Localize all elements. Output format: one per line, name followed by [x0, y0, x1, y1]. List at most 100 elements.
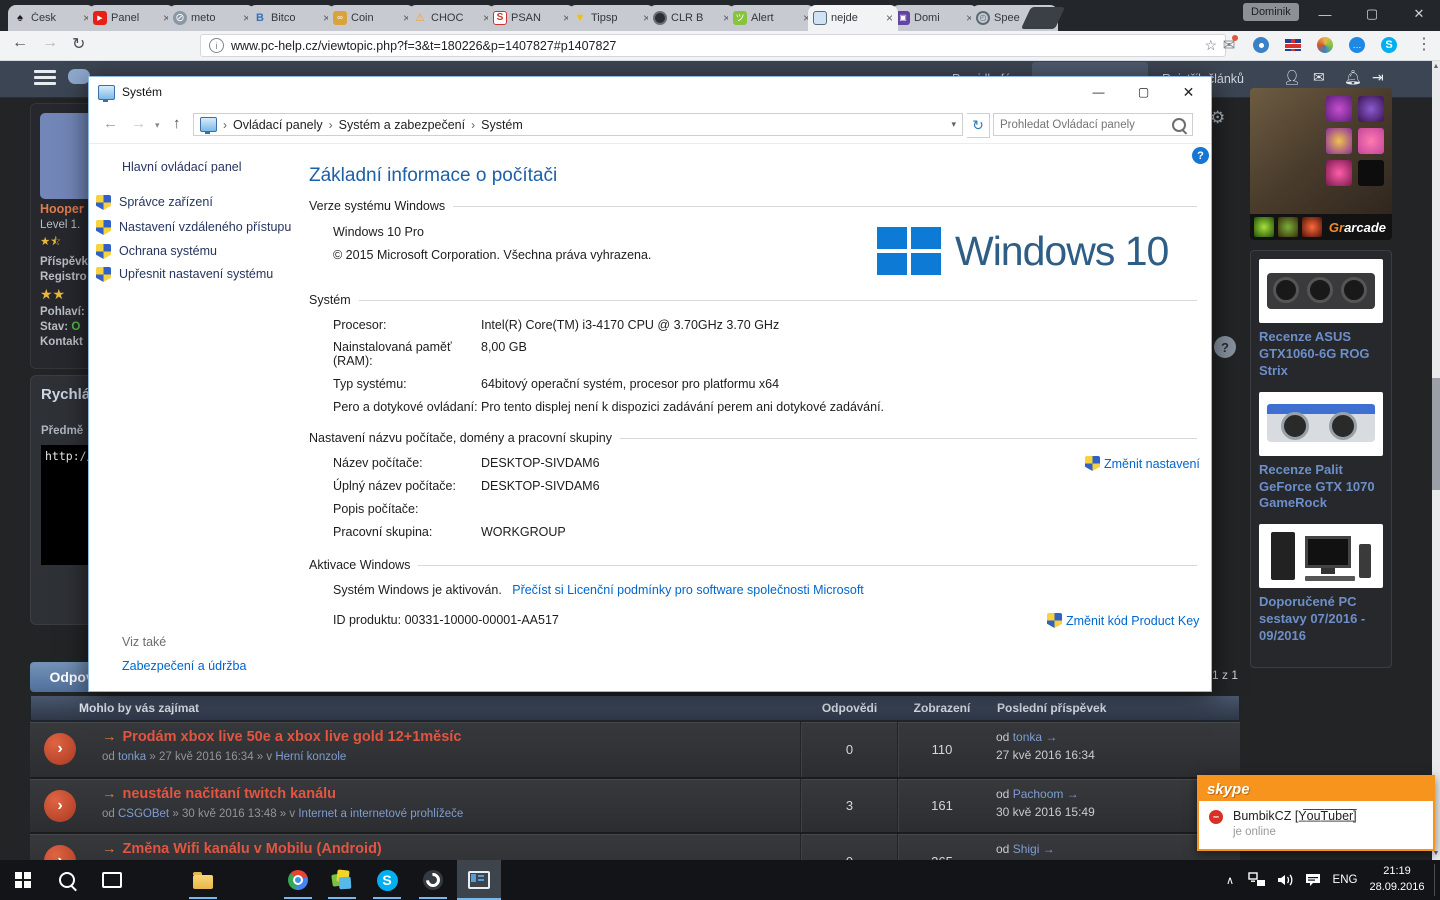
help-icon[interactable]: ? — [1192, 147, 1209, 164]
system-app-icon[interactable] — [462, 864, 496, 896]
network-icon[interactable] — [1244, 860, 1270, 900]
close-button[interactable]: ✕ — [1166, 77, 1211, 107]
logout-icon[interactable]: ⇥ — [1372, 69, 1384, 86]
browser-menu-icon[interactable]: ⋮ — [1416, 34, 1432, 54]
pc-build-image[interactable] — [1259, 524, 1383, 589]
task-view-icon[interactable] — [95, 864, 129, 896]
browser-tab[interactable]: S PSAN × — [488, 5, 575, 31]
up-icon[interactable]: ↑ — [173, 115, 181, 132]
obs-icon[interactable] — [416, 864, 450, 896]
sidebar-item-home[interactable]: Hlavní ovládací panel — [122, 160, 332, 174]
page-help-icon[interactable]: ? — [1214, 336, 1236, 358]
topic-row[interactable]: › → neustále načitaní twitch kanálu od CS… — [30, 779, 1240, 834]
volume-icon[interactable] — [1272, 860, 1298, 900]
last-author-link[interactable]: tonka — [1013, 730, 1042, 744]
show-desktop-divider[interactable] — [1434, 864, 1435, 896]
license-terms-link[interactable]: Přečíst si Licenční podmínky pro softwar… — [512, 583, 864, 597]
back-icon[interactable]: ← — [103, 115, 118, 132]
user-icon[interactable]: 👤︎ — [1283, 69, 1301, 86]
sidebar-item-remote[interactable]: Nastavení vzdáleného přístupu — [96, 220, 306, 235]
browser-tab[interactable]: CLR B × — [648, 5, 735, 31]
refresh-icon[interactable]: ↻ — [967, 113, 990, 138]
browser-tab[interactable]: ▼ Tipsp × — [568, 5, 655, 31]
tray-chevron-icon[interactable]: ∧ — [1218, 860, 1242, 900]
sidebar-item-device-manager[interactable]: Správce zařízení — [96, 195, 306, 210]
gear-icon[interactable]: ⚙ — [1210, 108, 1225, 128]
browser-tab[interactable]: ♠ Česk × — [8, 5, 95, 31]
topic-row[interactable]: › → Prodám xbox live 50e a xbox live gold… — [30, 722, 1240, 779]
author-link[interactable]: CSGOBet — [118, 808, 169, 820]
browser-tab[interactable]: ⊘ meto × — [168, 5, 255, 31]
goto-arrow-icon[interactable]: → — [1067, 787, 1079, 801]
action-center-icon[interactable] — [1300, 860, 1326, 900]
review-link-palit[interactable]: Recenze Palit GeForce GTX 1070 GameRock — [1259, 462, 1383, 513]
last-author-link[interactable]: Shigi — [1013, 842, 1040, 856]
security-maintenance-link[interactable]: Zabezpečení a údržba — [122, 659, 246, 673]
url-bar[interactable]: i www.pc-help.cz/viewtopic.php?f=3&t=180… — [200, 34, 1226, 57]
notes-icon[interactable] — [325, 864, 359, 896]
browser-tab[interactable]: ⚠ CHOC × — [408, 5, 495, 31]
skype-taskbar-icon[interactable]: S — [370, 864, 404, 896]
minimize-button[interactable]: — — [1076, 77, 1121, 107]
browser-back-icon[interactable]: ← — [12, 34, 28, 52]
browser-profile-badge[interactable]: Dominik — [1243, 3, 1299, 21]
topic-title[interactable]: → Prodám xbox live 50e a xbox live gold 1… — [102, 729, 461, 745]
scrollbar-thumb[interactable] — [1432, 378, 1440, 490]
skype-extension-icon[interactable]: S — [1378, 34, 1400, 56]
topic-title[interactable]: → Změna Wifi kanálu v Mobilu (Android) — [102, 841, 382, 857]
browser-tab-active[interactable]: nejde × — [808, 5, 898, 31]
goto-arrow-icon[interactable]: → — [1045, 730, 1057, 744]
sidebar-item-advanced[interactable]: Upřesnit nastavení systému — [96, 267, 306, 282]
browser-tab[interactable]: ▣ Domi × — [891, 5, 978, 31]
change-settings-link[interactable]: Změnit nastavení — [1085, 456, 1200, 471]
maximize-button[interactable]: ▢ — [1121, 77, 1166, 107]
breadcrumb-dropdown-icon[interactable]: ▾ — [951, 119, 956, 130]
chat-extension-icon[interactable]: … — [1346, 34, 1368, 56]
palette-extension-icon[interactable] — [1314, 34, 1336, 56]
goto-arrow-icon[interactable]: → — [1043, 842, 1055, 856]
history-dropdown-icon[interactable]: ▾ — [155, 120, 160, 131]
menu-icon[interactable] — [34, 70, 56, 86]
category-link[interactable]: Herní konzole — [275, 751, 346, 763]
browser-tab[interactable]: B Bitco × — [248, 5, 335, 31]
tab-close-icon[interactable]: × — [886, 12, 893, 24]
scroll-down-icon[interactable]: ▼ — [1432, 850, 1440, 857]
mail-extension-icon[interactable]: ✉ — [1218, 34, 1240, 56]
chrome-icon[interactable] — [281, 864, 315, 896]
topic-title[interactable]: → neustále načitaní twitch kanálu — [102, 786, 336, 802]
category-link[interactable]: Internet a internetové prohlížeče — [298, 808, 463, 820]
blue-circle-extension-icon[interactable] — [1250, 34, 1272, 56]
search-icon[interactable] — [1172, 117, 1186, 132]
page-info-icon[interactable]: i — [209, 38, 224, 53]
chat-bubble-icon[interactable] — [68, 69, 90, 84]
last-author-link[interactable]: Pachoom — [1013, 787, 1064, 801]
bell-icon[interactable]: 🔔︎ — [1344, 69, 1362, 86]
control-panel-search-input[interactable]: Prohledat Ovládací panely — [993, 113, 1193, 136]
browser-forward-icon[interactable]: → — [42, 34, 58, 52]
page-scrollbar[interactable]: ▲ ▼ — [1432, 60, 1440, 860]
browser-maximize-button[interactable]: ▢ — [1352, 0, 1392, 28]
taskbar-clock[interactable]: 21:19 28.09.2016 — [1366, 864, 1428, 896]
browser-close-button[interactable]: ✕ — [1399, 0, 1439, 28]
gpu-palit-image[interactable] — [1259, 391, 1383, 456]
language-indicator[interactable]: ENG — [1328, 860, 1362, 900]
gpu-asus-image[interactable] — [1259, 259, 1383, 323]
mail-icon[interactable]: ✉ — [1313, 69, 1325, 86]
uk-flag-extension-icon[interactable] — [1282, 34, 1304, 56]
browser-minimize-button[interactable]: — — [1305, 0, 1345, 28]
scroll-up-icon[interactable]: ▲ — [1432, 63, 1440, 70]
system-titlebar[interactable]: Systém — [89, 77, 1211, 107]
crumb-control-panel[interactable]: Ovládací panely — [233, 118, 323, 132]
browser-tab[interactable]: ∞ Coin × — [328, 5, 415, 31]
sidebar-item-protection[interactable]: Ochrana systému — [96, 244, 306, 259]
forward-icon[interactable]: → — [131, 115, 146, 132]
author-link[interactable]: tonka — [118, 751, 146, 763]
taskbar-search-icon[interactable] — [50, 864, 84, 896]
review-link-pc-builds[interactable]: Doporučené PC sestavy 07/2016 - 09/2016 — [1259, 594, 1383, 645]
url-text[interactable]: www.pc-help.cz/viewtopic.php?f=3&t=18022… — [231, 39, 616, 53]
crumb-system[interactable]: Systém — [481, 118, 523, 132]
change-product-key-link[interactable]: Změnit kód Product Key — [1047, 613, 1199, 628]
browser-tab[interactable]: ツ Alert × — [728, 5, 815, 31]
file-explorer-icon[interactable] — [186, 864, 220, 896]
review-link-asus[interactable]: Recenze ASUS GTX1060-6G ROG Strix — [1259, 329, 1383, 380]
